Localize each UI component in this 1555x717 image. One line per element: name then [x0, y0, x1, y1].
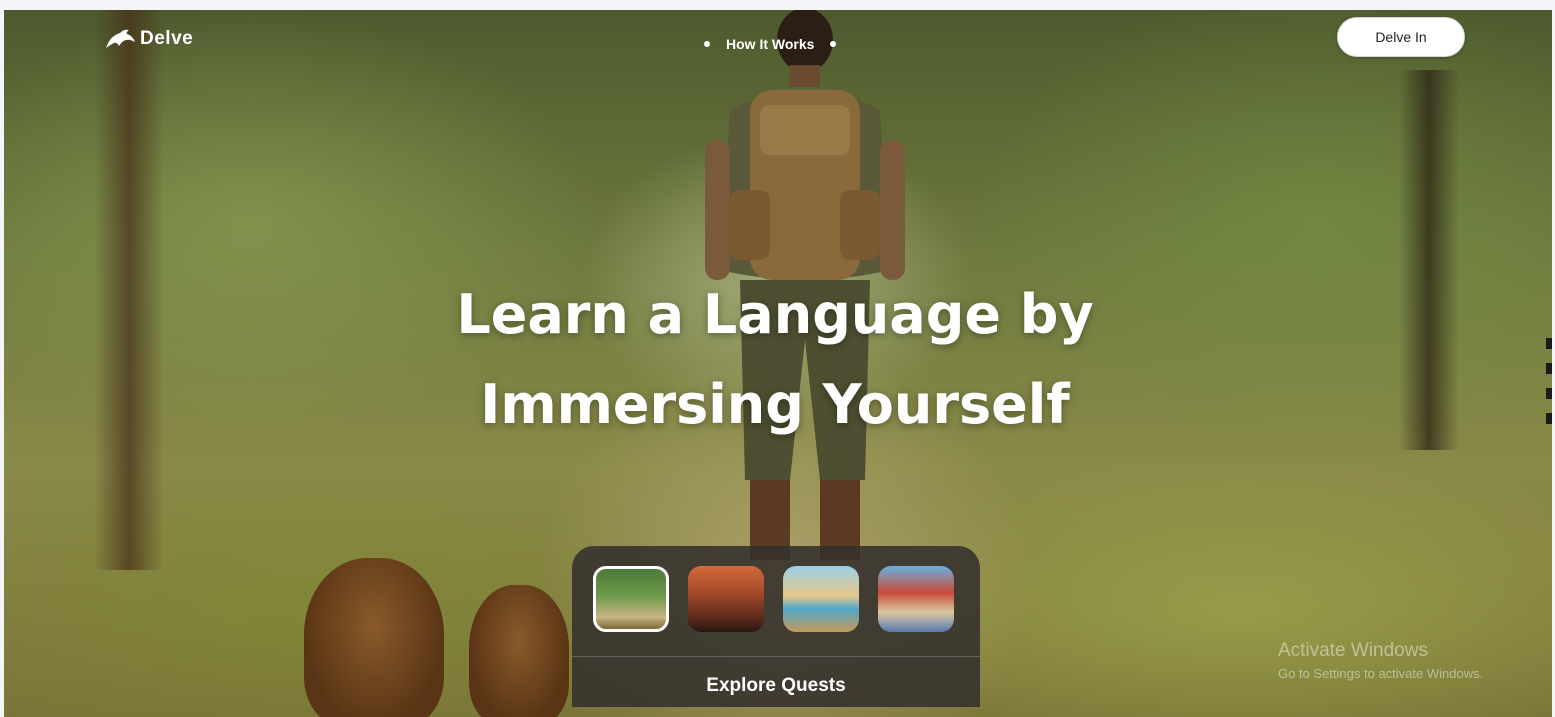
tree-trunk-right [1399, 70, 1459, 450]
edge-marker [1546, 338, 1552, 349]
tree-trunk-left [94, 10, 164, 570]
headline-line-2: Immersing Yourself [480, 373, 1070, 436]
quest-thumbnail-street[interactable] [878, 566, 954, 632]
explore-quests-button[interactable]: Explore Quests [572, 664, 980, 708]
watermark-title: Activate Windows [1278, 640, 1428, 661]
quests-panel: Explore Quests [572, 546, 980, 707]
nav-how-it-works[interactable]: How It Works [704, 36, 837, 52]
dolphin-icon [106, 29, 135, 48]
monkey-figure [469, 585, 569, 717]
hero-headline: Learn a Language by Immersing Yourself [300, 270, 1250, 450]
quest-thumbnail-jungle[interactable] [593, 566, 669, 632]
edge-marker [1546, 363, 1552, 374]
activate-windows-watermark: Activate Windows Go to Settings to activ… [1278, 640, 1483, 681]
brand-name: Delve [140, 28, 194, 49]
edge-marker [1546, 388, 1552, 399]
bullet-icon [704, 41, 710, 47]
panel-divider [572, 656, 980, 657]
quest-thumbnails [593, 566, 954, 632]
quest-thumbnail-desert[interactable] [783, 566, 859, 632]
quest-thumbnail-city[interactable] [688, 566, 764, 632]
delve-in-button[interactable]: Delve In [1337, 17, 1465, 57]
nav-how-it-works-label: How It Works [726, 36, 815, 52]
monkey-figure [304, 558, 444, 717]
watermark-subtitle: Go to Settings to activate Windows. [1278, 666, 1484, 681]
brand-logo[interactable]: Delve [104, 28, 193, 50]
edge-scroll-markers [1546, 338, 1555, 458]
bullet-icon [830, 41, 837, 47]
edge-marker [1546, 413, 1552, 424]
headline-line-1: Learn a Language by [456, 283, 1094, 346]
